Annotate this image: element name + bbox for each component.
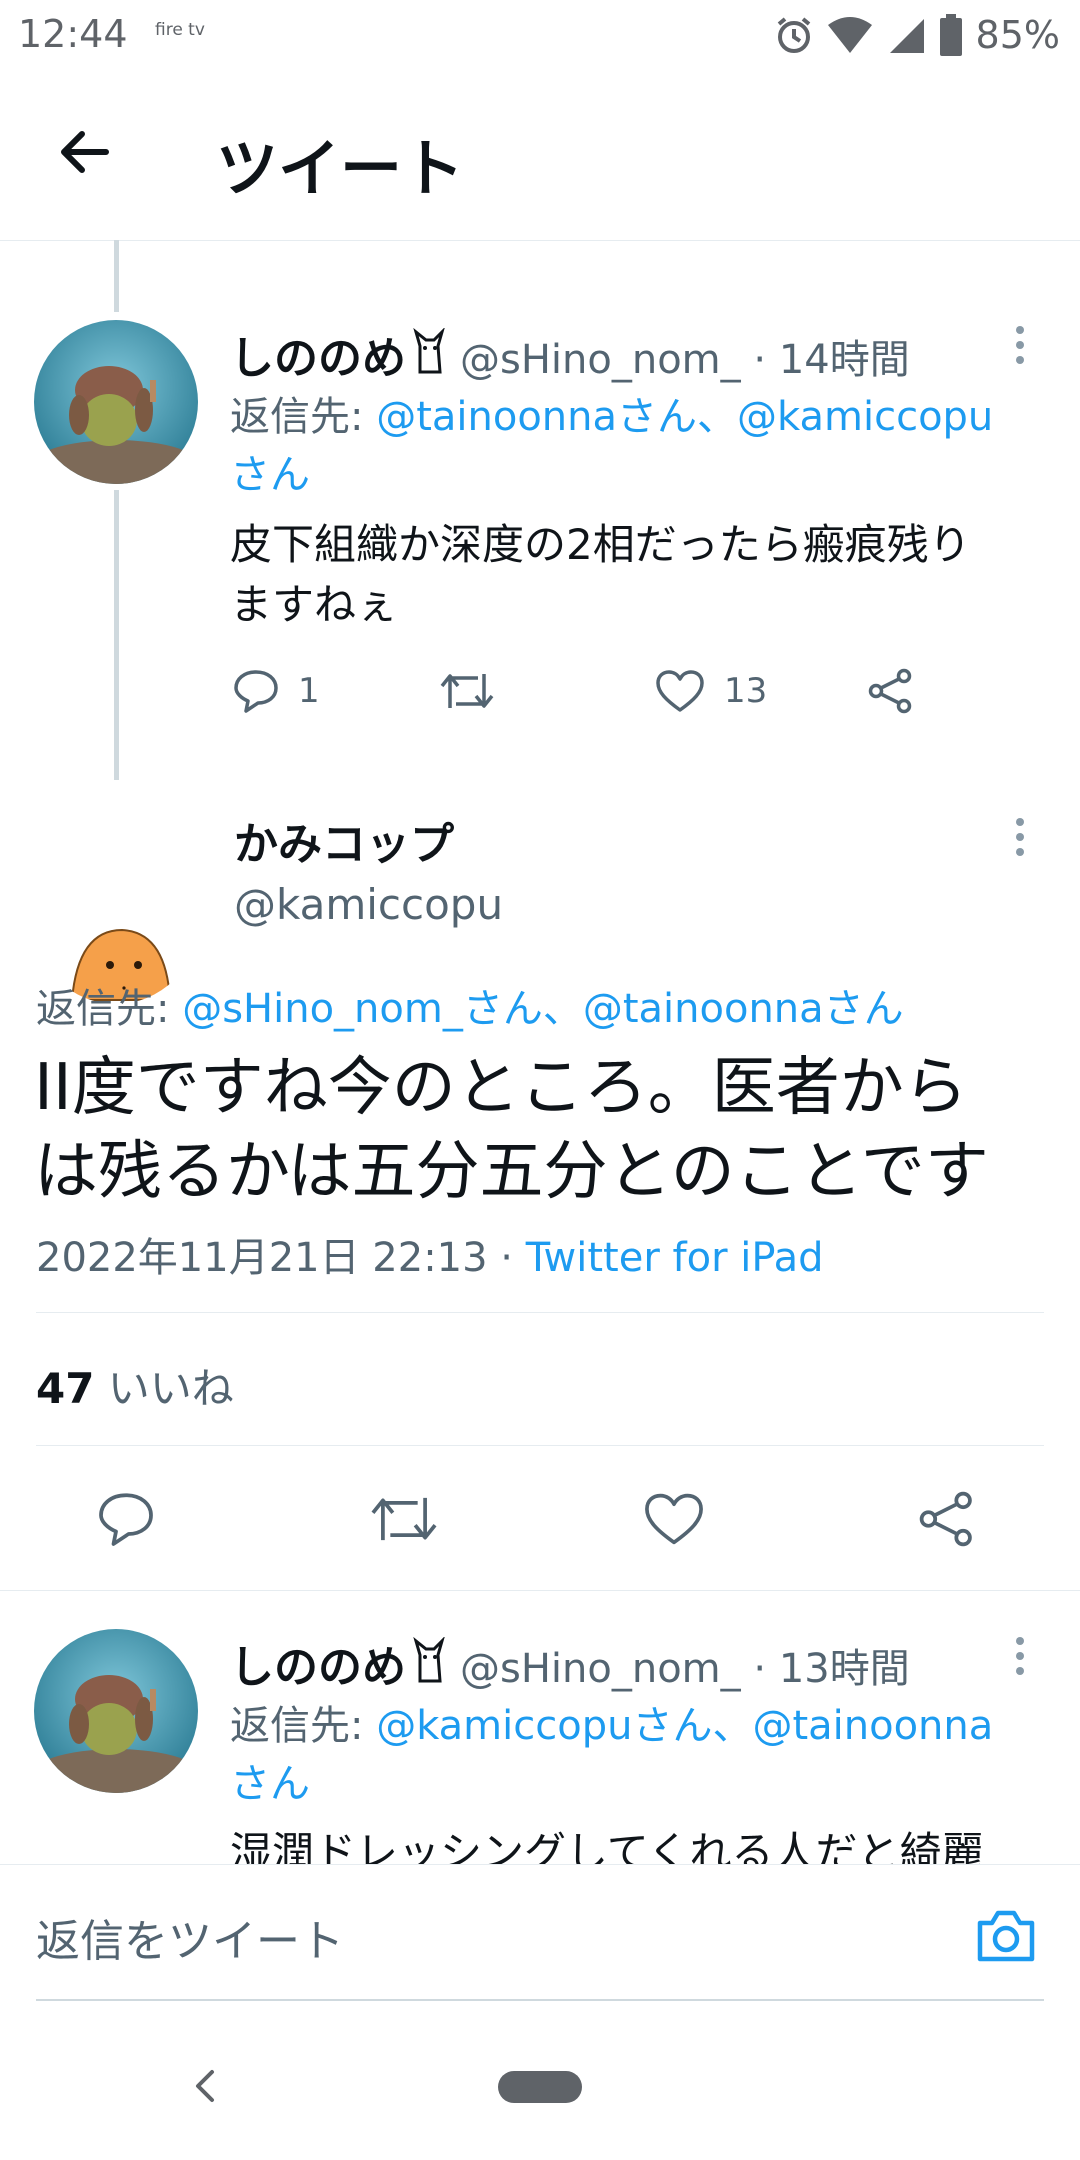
- cat-emoji-icon: [413, 328, 445, 374]
- display-name[interactable]: しののめ: [230, 1631, 406, 1695]
- reply-input-placeholder: 返信をツイート: [36, 1916, 344, 1967]
- retweet-button[interactable]: [438, 668, 496, 714]
- tweet-header: しののめ @sHino_nom_ · 13時間: [230, 1631, 920, 1694]
- share-button[interactable]: [866, 668, 916, 714]
- reply-bar-underline: [36, 1999, 1044, 2001]
- battery-percentage: 85%: [975, 13, 1060, 57]
- main-tweet-actions: [0, 1470, 1080, 1570]
- like-count: 13: [724, 671, 768, 711]
- camera-button[interactable]: [974, 1907, 1038, 1969]
- dot-separator: ·: [740, 1646, 779, 1692]
- status-bar: 12:44 fire tv 85%: [0, 0, 1080, 70]
- tweet-text: 皮下組織か深度の2相だったら瘢痕残り ますねぇ: [230, 515, 1050, 635]
- reply-to-prefix: 返信先:: [36, 986, 183, 1032]
- status-time: 12:44: [18, 12, 128, 56]
- more-options-icon[interactable]: [1008, 818, 1032, 856]
- cat-emoji-icon: [413, 1637, 445, 1683]
- system-nav-bar: [0, 2014, 1080, 2160]
- handle[interactable]: @sHino_nom_: [460, 1646, 741, 1692]
- avatar[interactable]: [34, 1629, 198, 1793]
- tweet-main: かみコップ @kamiccopu 返信先: @sHino_nom_さん、@tai…: [0, 780, 1080, 1590]
- tweet-parent[interactable]: しののめ @sHino_nom_ · 14時間 返信先: @tainoonnaさ…: [0, 240, 1080, 780]
- share-icon: [868, 668, 912, 714]
- like-button[interactable]: [642, 1490, 706, 1552]
- camera-icon: [977, 1910, 1035, 1962]
- reply-to-mention[interactable]: @kamiccopu: [737, 394, 993, 440]
- reply-to-line: 返信先: @kamiccopuさん、@tainoonna さん: [230, 1697, 1030, 1813]
- retweet-button[interactable]: [368, 1490, 440, 1552]
- reply-to-line: 返信先: @tainoonnaさん、@kamiccopu さん: [230, 388, 1030, 504]
- arrow-left-icon: [61, 131, 109, 173]
- retweet-icon: [371, 1497, 437, 1541]
- tweet-text-line: II度ですね今のところ。医者から: [34, 1051, 968, 1125]
- battery-icon: [939, 14, 962, 56]
- tweet-source[interactable]: Twitter for iPad: [526, 1235, 824, 1281]
- tweet-datetime[interactable]: 2022年11月21日 22:13 ·: [36, 1235, 526, 1281]
- nav-home-pill[interactable]: [498, 2071, 582, 2103]
- dot-separator: ·: [740, 337, 779, 383]
- reply-count: 1: [298, 671, 320, 711]
- reply-to-mention[interactable]: @kamiccopuさん、: [376, 1703, 752, 1749]
- timestamp[interactable]: 13時間: [779, 1636, 910, 1694]
- tweet-header: しののめ @sHino_nom_ · 14時間: [230, 322, 920, 385]
- reply-button[interactable]: [96, 1490, 156, 1552]
- retweet-icon: [440, 674, 494, 708]
- divider: [36, 1312, 1044, 1313]
- avatar[interactable]: [34, 320, 198, 484]
- display-name[interactable]: かみコップ: [234, 808, 454, 872]
- wifi-icon: [827, 17, 872, 53]
- reply-button[interactable]: 1: [232, 668, 320, 714]
- chevron-left-icon: [196, 2070, 214, 2102]
- tweet-text-line: は残るかは五分五分とのことです: [34, 1135, 989, 1209]
- divider: [36, 1445, 1044, 1446]
- reply-bar: 返信をツイート: [0, 1864, 1080, 2015]
- reply-to-prefix: 返信先:: [230, 394, 377, 440]
- page-title: ツイート: [216, 132, 465, 205]
- reply-to-prefix: 返信先:: [230, 1703, 377, 1749]
- share-icon: [919, 1491, 972, 1547]
- reply-icon: [234, 670, 278, 713]
- timestamp[interactable]: 14時間: [779, 327, 910, 385]
- status-icons: 85%: [774, 12, 1060, 58]
- reply-icon: [99, 1493, 153, 1546]
- reply-to-suffix[interactable]: さん: [230, 1755, 1030, 1813]
- tweet-text-line: ますねぇ: [230, 580, 399, 629]
- reply-to-mention[interactable]: @tainoonnaさん、: [376, 394, 737, 440]
- reply-to-mention[interactable]: @tainoonna: [752, 1703, 993, 1749]
- back-button[interactable]: [44, 112, 124, 192]
- tweet-reply[interactable]: しののめ @sHino_nom_ · 13時間 返信先: @kamiccopuさ…: [0, 1591, 1080, 1865]
- share-button[interactable]: [916, 1490, 978, 1552]
- likes-summary[interactable]: 47 いいね: [36, 1355, 234, 1416]
- reply-input[interactable]: 返信をツイート: [36, 1905, 916, 1975]
- reply-to-suffix[interactable]: さん: [230, 446, 1030, 504]
- handle[interactable]: @kamiccopu: [234, 880, 503, 929]
- firetv-logo: fire tv: [155, 20, 205, 40]
- signal-icon: [889, 19, 924, 53]
- heart-icon: [645, 1493, 703, 1545]
- likes-count: 47: [36, 1364, 95, 1413]
- tweet-actions: 1 13: [232, 660, 932, 720]
- like-button[interactable]: 13: [654, 668, 767, 714]
- app-bar: ツイート: [0, 70, 1080, 241]
- nav-back-button[interactable]: [190, 2066, 220, 2110]
- tweet-meta: 2022年11月21日 22:13 · Twitter for iPad: [36, 1225, 824, 1283]
- tweet-text: II度ですね今のところ。医者から は残るかは五分五分とのことです: [34, 1046, 1064, 1214]
- reply-to-line: 返信先: @sHino_nom_さん、@tainoonnaさん: [36, 980, 904, 1038]
- turtle-avatar-image: [34, 320, 198, 484]
- handle[interactable]: @sHino_nom_: [460, 337, 741, 383]
- reply-to-mentions[interactable]: @sHino_nom_さん、@tainoonnaさん: [182, 986, 903, 1032]
- turtle-avatar-image: [34, 1629, 198, 1793]
- more-options-icon[interactable]: [1008, 326, 1032, 364]
- likes-label: いいね: [94, 1364, 234, 1413]
- heart-icon: [656, 670, 704, 712]
- alarm-icon: [777, 17, 810, 53]
- more-options-icon[interactable]: [1008, 1637, 1032, 1675]
- tweet-text-line: 湿潤ドレッシングしてくれる人だと綺麗: [230, 1828, 984, 1865]
- display-name[interactable]: しののめ: [230, 322, 406, 386]
- tweet-text-line: 皮下組織か深度の2相だったら瘢痕残り: [230, 520, 971, 569]
